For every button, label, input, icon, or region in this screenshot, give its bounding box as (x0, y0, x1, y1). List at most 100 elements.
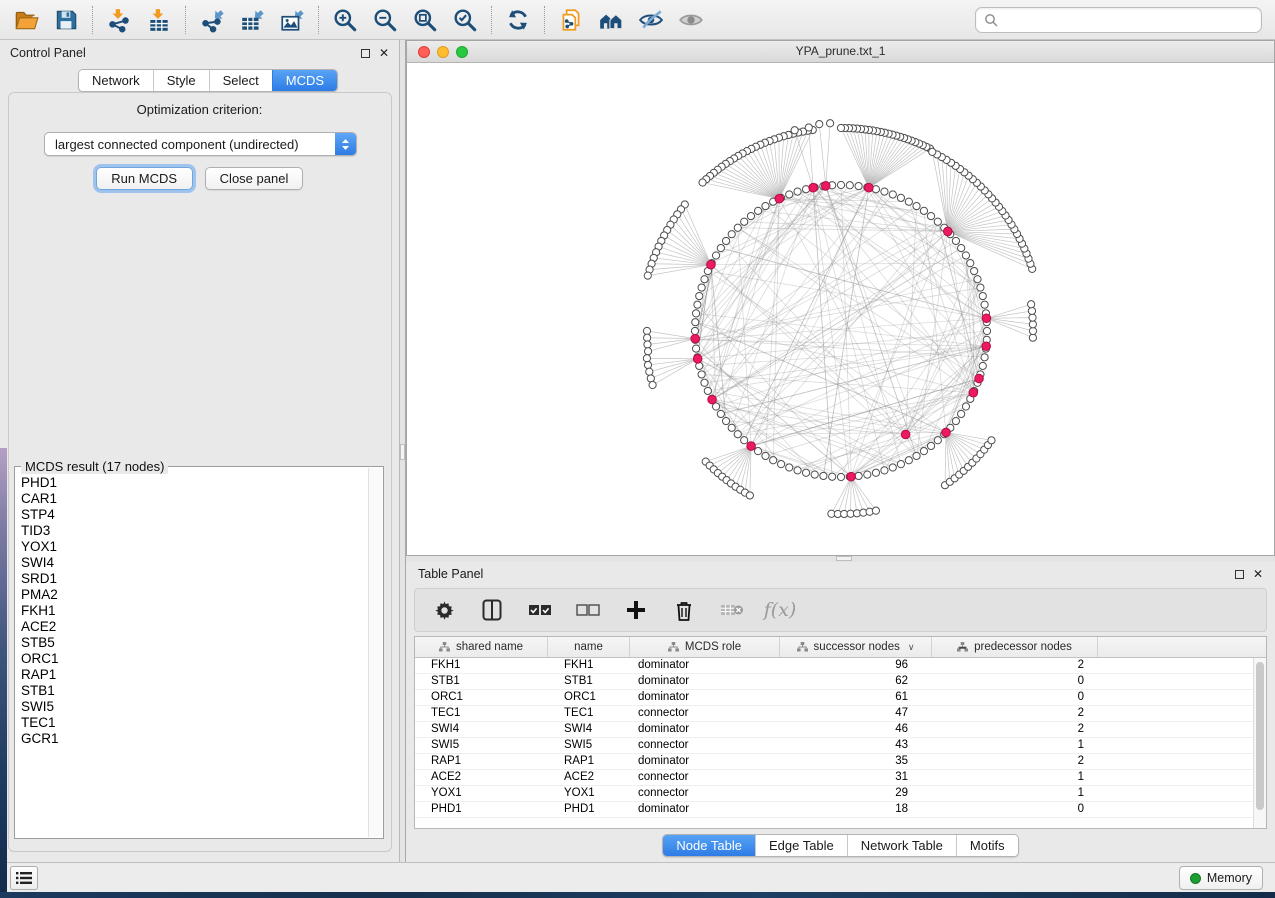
tab-network-table[interactable]: Network Table (847, 835, 956, 856)
list-item[interactable]: GCR1 (16, 731, 368, 747)
close-panel-icon[interactable]: ✕ (1253, 570, 1263, 579)
column-type-icon (797, 642, 808, 652)
close-panel-icon[interactable]: ✕ (379, 49, 389, 58)
column-type-icon (957, 642, 968, 652)
list-item[interactable]: RAP1 (16, 667, 368, 683)
table-scrollbar[interactable] (1253, 658, 1266, 828)
table-row[interactable]: ACE2 ACE2 connector 31 1 (415, 770, 1253, 786)
first-neighbors-button[interactable] (591, 3, 631, 37)
list-item[interactable]: TEC1 (16, 715, 368, 731)
column-header-predecessor-nodes[interactable]: predecessor nodes (932, 637, 1098, 657)
delete-table-button[interactable] (719, 597, 745, 623)
table-header-row: shared name name MCDS role successor nod… (415, 637, 1266, 658)
delete-column-button[interactable] (671, 597, 697, 623)
column-type-icon (668, 642, 679, 652)
main-toolbar (0, 0, 1275, 40)
list-item[interactable]: PMA2 (16, 587, 368, 603)
hide-selected-button[interactable] (631, 3, 671, 37)
tab-style[interactable]: Style (153, 70, 209, 91)
zoom-fit-button[interactable] (405, 3, 445, 37)
column-header-mcds-role[interactable]: MCDS role (630, 637, 780, 657)
network-canvas[interactable] (407, 63, 1274, 555)
export-image-button[interactable] (272, 3, 312, 37)
table-row[interactable]: ORC1 ORC1 dominator 61 0 (415, 690, 1253, 706)
window-zoom-icon[interactable] (456, 46, 468, 58)
tab-node-table[interactable]: Node Table (663, 835, 755, 856)
toggle-columns-button[interactable] (479, 597, 505, 623)
create-column-button[interactable] (623, 597, 649, 623)
search-input[interactable] (998, 10, 1261, 30)
export-network-button[interactable] (192, 3, 232, 37)
open-session-button[interactable] (6, 3, 46, 37)
result-list-scrollbar[interactable] (368, 468, 382, 837)
window-close-icon[interactable] (418, 46, 430, 58)
export-table-button[interactable] (232, 3, 272, 37)
memory-button[interactable]: Memory (1179, 866, 1263, 890)
tab-network[interactable]: Network (79, 70, 153, 91)
import-network-button[interactable] (99, 3, 139, 37)
network-titlebar[interactable]: YPA_prune.txt_1 (407, 41, 1274, 63)
refresh-view-button[interactable] (498, 3, 538, 37)
list-item[interactable]: SRD1 (16, 571, 368, 587)
float-panel-icon[interactable] (361, 49, 370, 58)
dropdown-stepper (335, 133, 356, 155)
import-table-icon (146, 7, 172, 33)
tab-mcds[interactable]: MCDS (272, 70, 337, 91)
desktop-wallpaper-strip (0, 448, 7, 892)
clone-network-button[interactable] (551, 3, 591, 37)
memory-label: Memory (1207, 871, 1252, 885)
node-table: shared name name MCDS role successor nod… (414, 636, 1267, 829)
deselect-all-rows-button[interactable] (575, 597, 601, 623)
scrollbar-thumb[interactable] (1256, 662, 1264, 810)
select-all-rows-button[interactable] (527, 597, 553, 623)
list-item[interactable]: YOX1 (16, 539, 368, 555)
list-item[interactable]: ORC1 (16, 651, 368, 667)
splitter-grip[interactable] (400, 444, 405, 460)
list-item[interactable]: PHD1 (16, 475, 368, 491)
dropdown-selected-value: largest connected component (undirected) (45, 137, 335, 152)
zoom-in-button[interactable] (325, 3, 365, 37)
zoom-out-button[interactable] (365, 3, 405, 37)
splitter-grip[interactable] (836, 556, 852, 561)
list-item[interactable]: SWI4 (16, 555, 368, 571)
tab-motifs[interactable]: Motifs (956, 835, 1018, 856)
tab-select[interactable]: Select (209, 70, 272, 91)
close-panel-button[interactable]: Close panel (205, 167, 304, 190)
list-item[interactable]: TID3 (16, 523, 368, 539)
list-item[interactable]: STP4 (16, 507, 368, 523)
run-mcds-button[interactable]: Run MCDS (96, 167, 193, 190)
mcds-result-list[interactable]: PHD1CAR1STP4TID3YOX1SWI4SRD1PMA2FKH1ACE2… (16, 475, 368, 836)
list-item[interactable]: CAR1 (16, 491, 368, 507)
table-row[interactable]: TEC1 TEC1 connector 47 2 (415, 706, 1253, 722)
list-item[interactable]: SWI5 (16, 699, 368, 715)
list-item[interactable]: STB1 (16, 683, 368, 699)
zoom-selected-icon (452, 7, 478, 33)
search-field[interactable] (975, 7, 1262, 33)
export-network-icon (199, 7, 225, 33)
show-task-history-button[interactable] (10, 866, 38, 890)
table-row[interactable]: SWI4 SWI4 dominator 46 2 (415, 722, 1253, 738)
unchecked-boxes-icon (576, 604, 600, 616)
save-session-button[interactable] (46, 3, 86, 37)
table-row[interactable]: SWI5 SWI5 connector 43 1 (415, 738, 1253, 754)
optimization-criterion-dropdown[interactable]: largest connected component (undirected) (44, 132, 357, 156)
table-row[interactable]: PHD1 PHD1 dominator 18 0 (415, 802, 1253, 818)
window-minimize-icon[interactable] (437, 46, 449, 58)
import-table-button[interactable] (139, 3, 179, 37)
list-item[interactable]: STB5 (16, 635, 368, 651)
table-settings-button[interactable] (431, 597, 457, 623)
column-header-name[interactable]: name (548, 637, 630, 657)
zoom-selected-button[interactable] (445, 3, 485, 37)
show-all-button[interactable] (671, 3, 711, 37)
function-builder-button[interactable]: f(x) (767, 597, 793, 623)
table-row[interactable]: STB1 STB1 dominator 62 0 (415, 674, 1253, 690)
column-header-shared-name[interactable]: shared name (415, 637, 548, 657)
table-row[interactable]: YOX1 YOX1 connector 29 1 (415, 786, 1253, 802)
list-item[interactable]: ACE2 (16, 619, 368, 635)
column-header-successor-nodes[interactable]: successor nodes ∨ (780, 637, 932, 657)
tab-edge-table[interactable]: Edge Table (755, 835, 847, 856)
table-row[interactable]: RAP1 RAP1 dominator 35 2 (415, 754, 1253, 770)
table-row[interactable]: FKH1 FKH1 dominator 96 2 (415, 658, 1253, 674)
list-item[interactable]: FKH1 (16, 603, 368, 619)
float-panel-icon[interactable] (1235, 570, 1244, 579)
